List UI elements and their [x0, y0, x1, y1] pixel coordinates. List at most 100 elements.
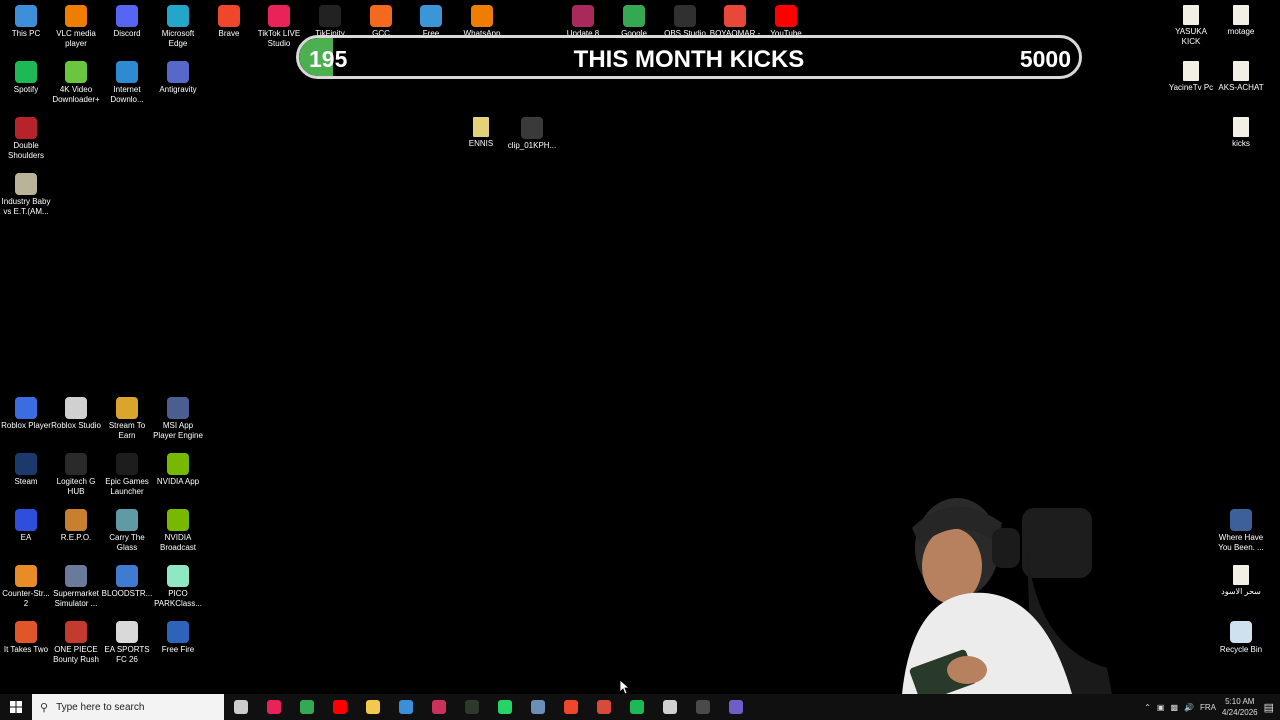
desktop-icon[interactable]: TikTok LIVE Studio	[253, 0, 305, 49]
file-icon	[1233, 565, 1249, 585]
taskbar-app-button[interactable]	[455, 694, 488, 720]
taskbar-app-button[interactable]	[422, 694, 455, 720]
desktop-icon[interactable]: NVIDIA Broadcast	[152, 504, 204, 553]
taskbar-app-button[interactable]	[323, 694, 356, 720]
display-tray-icon[interactable]: ▩	[1170, 703, 1178, 712]
desktop-icon-label: Recycle Bin	[1219, 645, 1263, 654]
edge-icon	[167, 5, 189, 27]
capcut-icon	[662, 700, 677, 714]
kicks-goal-target: 5000	[1019, 46, 1071, 72]
taskbar-pinned-apps	[224, 694, 752, 720]
desktop-icon[interactable]: clip_01KPH...	[506, 112, 558, 151]
desktop-icon[interactable]: Industry Baby vs E.T.(AM...	[0, 168, 52, 217]
desktop-icon[interactable]: R.E.P.O.	[50, 504, 102, 543]
desktop-icon[interactable]: Free Fire	[152, 616, 204, 655]
desktop-icon[interactable]: MSI App Player Engine	[152, 392, 204, 441]
video-icon	[15, 173, 37, 195]
desktop-icon[interactable]: Recycle Bin	[1215, 616, 1267, 655]
bloodstrike-icon	[116, 565, 138, 587]
desktop-icon[interactable]: EA SPORTS FC 26	[101, 616, 153, 665]
taskbar-clock[interactable]: 5:10 AM 4/24/2026	[1222, 696, 1258, 718]
desktop-icon[interactable]: Epic Games Launcher	[101, 448, 153, 497]
desktop-icon-label: Roblox Player	[1, 421, 51, 430]
start-button[interactable]	[0, 694, 32, 720]
desktop-icon[interactable]: Spotify	[0, 56, 52, 95]
desktop-icon[interactable]: Internet Downlo...	[101, 56, 153, 105]
desktop-icon[interactable]: VLC media player	[50, 0, 102, 49]
desktop-icon[interactable]: motage	[1215, 0, 1267, 37]
obs-icon	[674, 5, 696, 27]
desktop-icon[interactable]: AKS-ACHAT	[1215, 56, 1267, 93]
desktop-icon[interactable]: It Takes Two	[0, 616, 52, 655]
desktop-icon[interactable]: Carry The Glass	[101, 504, 153, 553]
desktop-icon[interactable]: YASUKA KICK	[1165, 0, 1217, 47]
language-indicator[interactable]: FRA	[1200, 703, 1216, 712]
desktop-icon[interactable]: YouTube	[760, 0, 812, 39]
desktop-icon[interactable]: NVIDIA App	[152, 448, 204, 487]
desktop-icon-label: Roblox Studio	[51, 421, 101, 430]
taskbar-app-button[interactable]	[554, 694, 587, 720]
desktop-icon[interactable]: BLOODSTR...	[101, 560, 153, 599]
taskbar-app-button[interactable]	[290, 694, 323, 720]
taskbar-app-button[interactable]	[488, 694, 521, 720]
desktop-icon[interactable]: GCC	[355, 0, 407, 39]
desktop-icon[interactable]: Microsoft Edge	[152, 0, 204, 49]
network-tray-icon[interactable]: ▣	[1157, 703, 1165, 712]
file-icon	[1183, 61, 1199, 81]
desktop-icon[interactable]: Counter-Str... 2	[0, 560, 52, 609]
supermarket-icon	[65, 565, 87, 587]
desktop-icon[interactable]: YacineTv Pc	[1165, 56, 1217, 93]
taskbar-app-button[interactable]	[224, 694, 257, 720]
obs-icon	[695, 700, 710, 714]
taskbar-app-button[interactable]	[719, 694, 752, 720]
taskbar-app-button[interactable]	[389, 694, 422, 720]
desktop-icon-label: PICO PARKClass...	[154, 589, 202, 608]
repo-icon	[65, 509, 87, 531]
pico-icon	[167, 565, 189, 587]
desktop-icon-label: YASUKA KICK	[1175, 27, 1207, 46]
desktop-icon[interactable]: 4K Video Downloader+	[50, 56, 102, 105]
desktop-icon[interactable]: سحر الاسود	[1215, 560, 1267, 597]
desktop-icon-label: Discord	[113, 29, 141, 38]
pc-icon	[15, 5, 37, 27]
volume-icon[interactable]: 🔊	[1184, 703, 1194, 712]
desktop-icon[interactable]: ONE PIECE Bounty Rush	[50, 616, 102, 665]
taskbar-app-button[interactable]	[257, 694, 290, 720]
desktop-icon[interactable]: Double Shoulders	[0, 112, 52, 161]
desktop-icon[interactable]: Discord	[101, 0, 153, 39]
taskbar-app-button[interactable]	[620, 694, 653, 720]
desktop-icon-label: MSI App Player Engine	[153, 421, 203, 440]
taskbar-app-button[interactable]	[686, 694, 719, 720]
taskbar-app-button[interactable]	[356, 694, 389, 720]
desktop-icon[interactable]: TikFinity	[304, 0, 356, 39]
desktop-icon[interactable]: Update 8	[557, 0, 609, 39]
desktop-icon[interactable]: Supermarket Simulator ...	[50, 560, 102, 609]
desktop-icon[interactable]: EA	[0, 504, 52, 543]
desktop-icon-label: NVIDIA App	[156, 477, 200, 486]
taskbar-search-box[interactable]: ⚲ Type here to search	[32, 694, 224, 720]
4k-icon	[65, 61, 87, 83]
desktop-icon[interactable]: Brave	[203, 0, 255, 39]
taskbar-app-button[interactable]	[653, 694, 686, 720]
chevron-up-icon[interactable]: ⌃	[1144, 703, 1151, 712]
desktop-icon[interactable]: OBS Studio	[659, 0, 711, 39]
desktop-icon-label: VLC media player	[56, 29, 96, 48]
desktop-icon-label: Antigravity	[159, 85, 197, 94]
desktop-icon[interactable]: Steam	[0, 448, 52, 487]
desktop-icon[interactable]: PICO PARKClass...	[152, 560, 204, 609]
search-placeholder: Type here to search	[56, 701, 145, 713]
desktop-icon[interactable]: This PC	[0, 0, 52, 39]
desktop-icon[interactable]: ENNIS	[455, 112, 507, 149]
desktop-icon[interactable]: Antigravity	[152, 56, 204, 95]
desktop-icon[interactable]: Roblox Player	[0, 392, 52, 431]
recycle-bin-icon	[1230, 621, 1252, 643]
notifications-icon[interactable]: ▤	[1264, 701, 1274, 714]
kicks-goal-overlay: 195 THIS MONTH KICKS 5000	[296, 35, 1082, 79]
desktop-icon[interactable]: Logitech G HUB	[50, 448, 102, 497]
taskbar-app-button[interactable]	[521, 694, 554, 720]
desktop-icon[interactable]: Where Have You Been. ...	[1215, 504, 1267, 553]
desktop-icon[interactable]: Roblox Studio	[50, 392, 102, 431]
desktop-icon[interactable]: Stream To Earn	[101, 392, 153, 441]
taskbar-app-button[interactable]	[587, 694, 620, 720]
desktop-icon[interactable]: kicks	[1215, 112, 1267, 149]
